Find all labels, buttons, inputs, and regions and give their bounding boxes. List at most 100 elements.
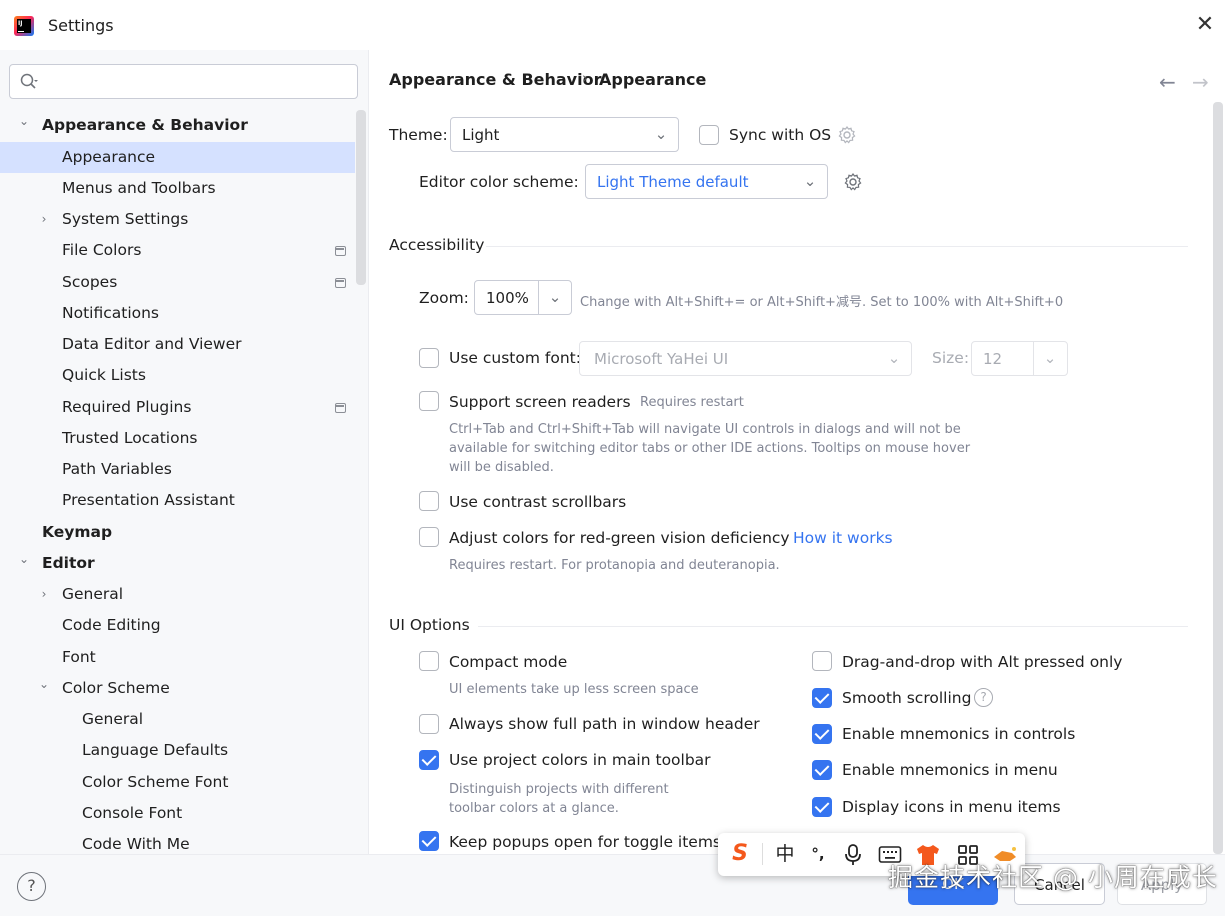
sidebar-item[interactable]: › System Settings [0,204,355,235]
sidebar-item[interactable]: Notifications [0,298,355,329]
content-scrollbar[interactable] [1213,102,1223,854]
sidebar-item-label: Editor [42,554,95,572]
color-scheme-label: Editor color scheme: [419,173,579,191]
chevron-down-icon: ⌄ [1043,349,1057,367]
sidebar-item[interactable]: Code Editing [0,610,355,641]
sidebar-item[interactable]: Font [0,642,355,673]
mnemonics-menu-checkbox[interactable] [812,760,832,780]
red-green-hint: Requires restart. For protanopia and deu… [449,558,780,573]
sidebar-item-label: General [62,585,124,603]
sidebar-item-label: Menus and Toolbars [62,179,216,197]
sidebar-item[interactable]: File Colors [0,235,355,266]
zoom-combobox[interactable]: 100% ⌄ [474,280,572,315]
sidebar-item[interactable]: Appearance [0,142,355,173]
sidebar-item-label: General [82,710,144,728]
sidebar-item[interactable]: Color Scheme Font [0,767,355,798]
sidebar-item-label: Keymap [42,523,113,541]
chevron-down-icon[interactable]: ⌄ [17,548,31,579]
chevron-down-icon: ⌄ [548,288,562,306]
sidebar-item-label: System Settings [62,210,189,228]
mic-icon[interactable] [842,843,864,867]
sidebar-item[interactable]: Quick Lists [0,360,355,391]
title-bar: IJ Settings ✕ [0,0,1225,50]
sidebar-item-label: Scopes [62,273,118,291]
contrast-scrollbars-label: Use contrast scrollbars [449,493,627,511]
search-input[interactable] [9,64,358,99]
gear-icon[interactable] [842,171,864,193]
project-colors-checkbox[interactable] [419,750,439,770]
drag-drop-alt-checkbox[interactable] [812,651,832,671]
sidebar-item-label: Console Font [82,804,183,822]
font-size-combobox[interactable]: 12 ⌄ [971,341,1068,376]
sidebar-item[interactable]: ⌄ Editor [0,548,355,579]
sidebar-item[interactable]: Keymap [0,517,355,548]
mnemonics-controls-checkbox[interactable] [812,724,832,744]
red-green-checkbox[interactable] [419,527,439,547]
keep-popups-checkbox[interactable] [419,831,439,851]
chevron-right-icon[interactable]: › [37,579,51,610]
close-icon[interactable]: ✕ [1190,12,1220,40]
theme-dropdown[interactable]: Light ⌄ [450,117,679,152]
sidebar-item-label: File Colors [62,241,142,259]
compact-mode-checkbox[interactable] [419,651,439,671]
project-level-icon [335,246,346,256]
sidebar-item-label: Path Variables [62,460,172,478]
sidebar-item[interactable]: Menus and Toolbars [0,173,355,204]
how-it-works-link[interactable]: How it works [793,529,893,547]
help-button[interactable]: ? [17,872,46,901]
full-path-checkbox[interactable] [419,714,439,734]
ime-mode-toggle[interactable]: 中 [772,841,798,867]
sidebar-scrollbar[interactable] [356,110,366,285]
sidebar-item[interactable]: ⌄ Color Scheme [0,673,355,704]
smooth-scrolling-checkbox[interactable] [812,688,832,708]
ime-logo-icon[interactable]: S [726,841,754,867]
custom-font-checkbox[interactable] [419,348,439,368]
icons-menu-label: Display icons in menu items [842,798,1061,816]
mnemonics-menu-label: Enable mnemonics in menu [842,761,1058,779]
window-title: Settings [48,16,114,35]
sidebar-item-label: Code Editing [62,616,161,634]
sidebar-item[interactable]: Path Variables [0,454,355,485]
full-path-label: Always show full path in window header [449,715,760,733]
color-scheme-dropdown[interactable]: Light Theme default ⌄ [585,164,828,199]
sidebar-item[interactable]: ⌄ Appearance & Behavior [0,110,355,141]
custom-font-label: Use custom font: [449,349,581,367]
chevron-right-icon[interactable]: › [37,204,51,235]
contrast-scrollbars-checkbox[interactable] [419,491,439,511]
sidebar-item[interactable]: Console Font [0,798,355,829]
sync-os-label: Sync with OS [729,126,832,144]
sidebar-item[interactable]: Language Defaults [0,735,355,766]
custom-font-dropdown[interactable]: Microsoft YaHei UI ⌄ [579,341,912,376]
forward-arrow-icon[interactable]: → [1192,70,1209,94]
screen-readers-checkbox[interactable] [419,391,439,411]
sidebar-item[interactable]: Code With Me [0,829,355,854]
gear-icon[interactable] [836,124,858,146]
project-level-icon [335,403,346,413]
breadcrumb-parent[interactable]: Appearance & Behavior [389,70,601,89]
back-arrow-icon[interactable]: ← [1159,70,1176,94]
ime-punctuation-toggle[interactable]: °, [806,841,830,867]
sidebar-item-label: Appearance & Behavior [42,116,248,134]
icons-menu-checkbox[interactable] [812,797,832,817]
red-green-label: Adjust colors for red-green vision defic… [449,529,790,547]
help-question-icon[interactable]: ? [974,688,993,707]
zoom-hint: Change with Alt+Shift+= or Alt+Shift+减号.… [580,295,1064,310]
sidebar-item-label: Data Editor and Viewer [62,335,242,353]
sidebar-item[interactable]: › General [0,579,355,610]
sidebar-item[interactable]: Scopes [0,267,355,298]
ui-options-section-title: UI Options [389,616,470,634]
sidebar-item[interactable]: General [0,704,355,735]
sidebar-item[interactable]: Data Editor and Viewer [0,329,355,360]
zoom-value: 100% [486,289,529,307]
sidebar-item-label: Quick Lists [62,366,146,384]
sidebar-item[interactable]: Trusted Locations [0,423,355,454]
project-level-icon [335,278,346,288]
sidebar-item[interactable]: Presentation Assistant [0,485,355,516]
breadcrumb-current: Appearance [599,70,707,89]
chevron-down-icon[interactable]: ⌄ [37,673,51,704]
sync-os-checkbox[interactable] [699,125,719,145]
compact-mode-label: Compact mode [449,653,568,671]
sidebar-item[interactable]: Required Plugins [0,392,355,423]
chevron-down-icon[interactable]: ⌄ [17,110,31,141]
theme-label: Theme: [389,126,448,144]
